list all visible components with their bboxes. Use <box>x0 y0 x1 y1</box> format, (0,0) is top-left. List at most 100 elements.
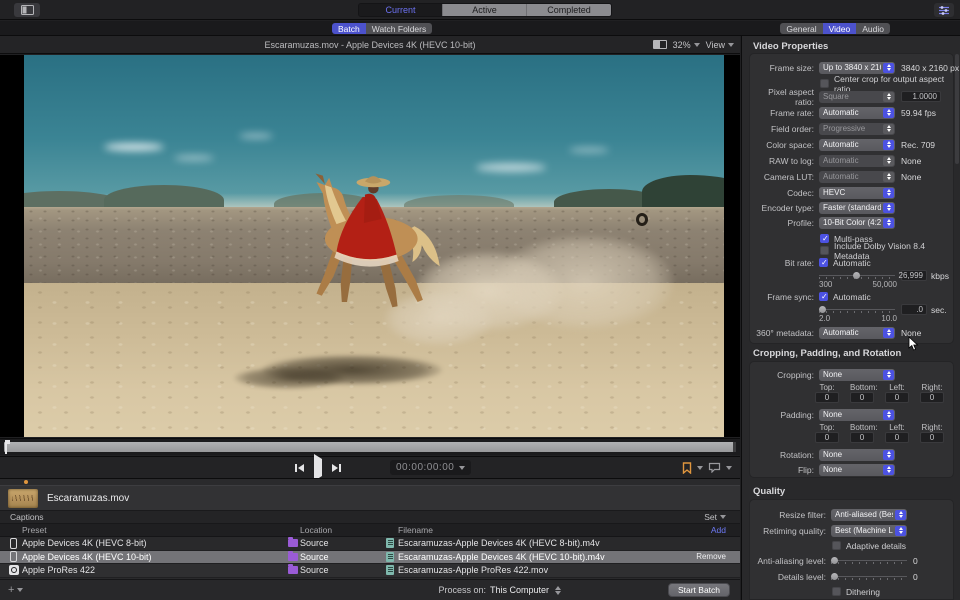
metadata-360-dropdown[interactable]: Automatic <box>819 327 895 339</box>
mouse-cursor <box>908 336 919 352</box>
view-menu[interactable]: View <box>706 40 734 50</box>
filename-value: Escaramuzas-Apple Devices 4K (HEVC 8-bit… <box>398 538 600 548</box>
preset-row-selected[interactable]: Apple Devices 4K (HEVC 10-bit) Source Es… <box>0 551 740 565</box>
chevron-down-icon[interactable] <box>697 466 703 470</box>
top-toolbar: Current Active Completed <box>0 0 960 20</box>
color-space-label: Color space: <box>750 140 814 150</box>
split-view-icon[interactable] <box>653 40 667 49</box>
pad-edge-fields: 0 0 0 0 <box>815 432 944 443</box>
crop-bottom-field[interactable]: 0 <box>850 392 874 403</box>
remove-preset-button[interactable]: Remove <box>696 552 726 561</box>
timecode-display[interactable]: 00:00:00:00 <box>390 460 471 475</box>
pad-bottom-field[interactable]: 0 <box>850 432 874 443</box>
tab-general[interactable]: General <box>780 23 822 34</box>
process-on-stepper[interactable] <box>553 585 562 596</box>
encoder-type-dropdown[interactable]: Faster (standard qua... <box>819 202 895 214</box>
retiming-quality-dropdown[interactable]: Best (Machine Learni... <box>831 525 907 537</box>
pad-right-field[interactable]: 0 <box>920 432 944 443</box>
raw-to-log-info: None <box>901 156 921 166</box>
color-space-dropdown[interactable]: Automatic <box>819 139 895 151</box>
job-name: Escaramuzas.mov <box>47 493 129 504</box>
tab-active[interactable]: Active <box>443 4 527 16</box>
stepper-icon <box>883 140 894 150</box>
start-batch-button[interactable]: Start Batch <box>668 583 730 597</box>
crop-right-field[interactable]: 0 <box>920 392 944 403</box>
location-value: Source <box>300 552 329 562</box>
add-job-menu[interactable]: + <box>8 584 23 596</box>
pad-top-field[interactable]: 0 <box>815 432 839 443</box>
tab-watch-folders[interactable]: Watch Folders <box>366 23 432 34</box>
dithering-label: Dithering <box>846 587 880 597</box>
frame-sync-auto-checkbox[interactable] <box>819 292 828 301</box>
details-level-slider[interactable] <box>831 572 907 581</box>
zoom-level: 32% <box>673 40 691 50</box>
codec-dropdown[interactable]: HEVC <box>819 187 895 199</box>
pad-edge-labels: Top:Bottom:Left:Right: <box>815 423 944 432</box>
scrubber-track[interactable] <box>4 442 736 452</box>
captions-set-menu[interactable]: Set <box>704 512 726 522</box>
tab-audio[interactable]: Audio <box>856 23 890 34</box>
video-preview-area[interactable] <box>0 55 740 437</box>
play-button[interactable] <box>314 459 322 477</box>
tab-video[interactable]: Video <box>823 23 857 34</box>
tab-batch[interactable]: Batch <box>332 23 366 34</box>
pixel-aspect-ratio-label: Pixel aspect ratio: <box>750 87 814 107</box>
pad-left-field[interactable]: 0 <box>885 432 909 443</box>
zoom-menu[interactable]: 32% <box>673 40 700 50</box>
crop-top-field[interactable]: 0 <box>815 392 839 403</box>
bit-rate-slider[interactable] <box>819 271 895 280</box>
adaptive-details-checkbox[interactable] <box>832 541 841 550</box>
caption-bubble-icon[interactable] <box>708 462 721 473</box>
frame-sync-field[interactable]: .0 <box>901 304 927 315</box>
resize-filter-label: Resize filter: <box>750 510 826 520</box>
anti-aliasing-slider[interactable] <box>831 556 907 565</box>
header-filename: Filename <box>398 525 433 535</box>
process-on-value[interactable]: This Computer <box>490 585 549 595</box>
captions-label: Captions <box>10 512 44 522</box>
playhead[interactable] <box>5 440 7 454</box>
crop-left-field[interactable]: 0 <box>885 392 909 403</box>
transport-bar: 00:00:00:00 <box>0 456 740 478</box>
frame-size-dropdown[interactable]: Up to 3840 x 2160 <box>819 62 895 74</box>
marker-bookmark-icon[interactable] <box>682 462 692 474</box>
center-crop-checkbox[interactable] <box>820 79 829 88</box>
dithering-checkbox[interactable] <box>832 587 841 596</box>
frame-rate-dropdown[interactable]: Automatic <box>819 107 895 119</box>
slider-thumb[interactable] <box>819 306 826 313</box>
bit-rate-auto-checkbox[interactable] <box>819 258 828 267</box>
profile-dropdown[interactable]: 10-Bit Color (4:2:0) <box>819 217 895 229</box>
padding-dropdown[interactable]: None <box>819 409 895 421</box>
raw-to-log-label: RAW to log: <box>750 156 814 166</box>
sidebar-toggle-button[interactable] <box>14 3 40 17</box>
rotation-dropdown[interactable]: None <box>819 449 895 461</box>
flip-dropdown[interactable]: None <box>819 464 895 476</box>
filename-value: Escaramuzas-Apple ProRes 422.mov <box>398 565 548 575</box>
preset-row[interactable]: Apple ProRes 422 Source Escaramuzas-Appl… <box>0 564 740 578</box>
bit-rate-field[interactable]: 26,999 <box>901 270 927 281</box>
previous-frame-button[interactable] <box>295 464 304 472</box>
camera-lut-info: None <box>901 172 921 182</box>
multi-pass-checkbox[interactable] <box>820 234 829 243</box>
tab-current[interactable]: Current <box>359 4 443 16</box>
preset-row[interactable]: Apple Devices 4K (HEVC 8-bit) Source Esc… <box>0 537 740 551</box>
slider-thumb[interactable] <box>831 573 838 580</box>
frame-sync-slider[interactable] <box>819 305 895 314</box>
batch-job-row[interactable]: Escaramuzas.mov <box>0 485 740 511</box>
dolby-vision-checkbox[interactable] <box>820 246 829 255</box>
slider-thumb[interactable] <box>853 272 860 279</box>
preview-title: Escaramuzas.mov - Apple Devices 4K (HEVC… <box>0 40 740 50</box>
frame-rate-info: 59.94 fps <box>901 108 936 118</box>
preset-name: Apple Devices 4K (HEVC 10-bit) <box>22 552 152 562</box>
cropping-dropdown[interactable]: None <box>819 369 895 381</box>
next-frame-button[interactable] <box>332 464 341 472</box>
chevron-down-icon[interactable] <box>726 466 732 470</box>
resize-filter-dropdown[interactable]: Anti-aliased (Best) <box>831 509 907 521</box>
retiming-quality-label: Retiming quality: <box>750 526 826 536</box>
inspector-toggle-button[interactable] <box>934 3 954 17</box>
pixel-aspect-ratio-field[interactable]: 1.0000 <box>901 91 941 102</box>
slider-thumb[interactable] <box>831 557 838 564</box>
timeline-scrubber[interactable] <box>0 438 740 455</box>
frame-sync-range: 2.0 10.0 <box>819 314 897 323</box>
tab-completed[interactable]: Completed <box>527 4 611 16</box>
add-preset-link[interactable]: Add <box>711 525 726 535</box>
